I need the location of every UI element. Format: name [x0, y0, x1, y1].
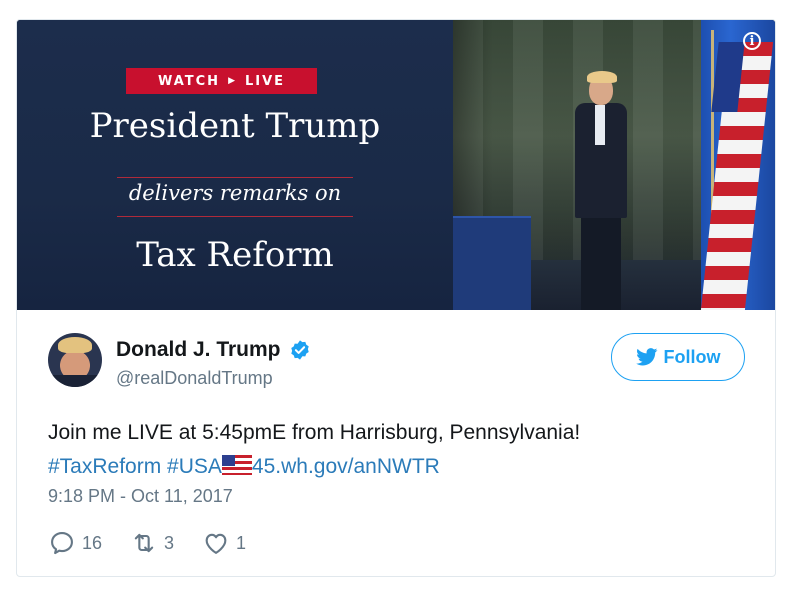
avatar-hair [58, 337, 92, 353]
twitter-bird-icon [635, 348, 657, 366]
tweet-text: Join me LIVE at 5:45pmE from Harrisburg,… [48, 416, 748, 484]
watch-live-badge: WATCH ▶ LIVE [126, 68, 317, 94]
tweet-media-image[interactable]: WATCH ▶ LIVE President Trump delivers re… [17, 20, 775, 310]
media-photo [453, 20, 775, 310]
reply-icon [51, 532, 73, 555]
follow-button[interactable]: Follow [611, 333, 745, 381]
media-subhead: delivers remarks on [128, 181, 342, 205]
avatar-suit [48, 375, 102, 387]
media-topic: Tax Reform [136, 235, 334, 275]
badge-live-text: LIVE [244, 73, 286, 89]
reply-button[interactable]: 16 [48, 529, 102, 557]
like-count: 1 [236, 532, 247, 553]
speaker-legs [581, 215, 621, 310]
follow-label: Follow [663, 346, 721, 367]
like-button[interactable]: 1 [202, 529, 246, 557]
speaker-hair [587, 71, 617, 83]
media-headline: President Trump [89, 106, 381, 146]
retweet-button[interactable]: 3 [130, 529, 174, 557]
tweet-actions: 16 3 1 [48, 528, 274, 558]
url-link[interactable]: 45.wh.gov/anNWTR [252, 455, 440, 478]
media-banner-panel: WATCH ▶ LIVE President Trump delivers re… [17, 20, 453, 310]
tweet-body: Join me LIVE at 5:45pmE from Harrisburg,… [48, 421, 581, 444]
divider-top [117, 177, 353, 178]
badge-watch-text: WATCH [157, 73, 221, 89]
author-display-name[interactable]: Donald J. Trump [116, 338, 281, 362]
divider-bottom [117, 216, 353, 217]
avatar[interactable] [48, 333, 102, 387]
badge-arrow-icon: ▶ [228, 76, 237, 86]
hashtag-usa-link[interactable]: #USA [167, 455, 222, 478]
tweet-card: WATCH ▶ LIVE President Trump delivers re… [16, 19, 776, 577]
hashtag-taxreform-link[interactable]: #TaxReform [48, 455, 161, 478]
stage-desk [453, 216, 531, 310]
reply-count: 16 [82, 532, 103, 553]
us-flag-emoji-icon [221, 455, 252, 475]
retweet-icon [134, 533, 154, 553]
author-handle[interactable]: @realDonaldTrump [116, 368, 273, 389]
heart-icon [205, 533, 227, 554]
speaker-figure [565, 71, 635, 310]
retweet-count: 3 [164, 532, 175, 553]
tweet-timestamp[interactable]: 9:18 PM - Oct 11, 2017 [48, 486, 233, 507]
verified-badge-icon [290, 340, 309, 360]
info-icon[interactable]: i [743, 32, 761, 50]
author-name-row[interactable]: Donald J. Trump [116, 338, 311, 362]
speaker-shirt [595, 105, 605, 145]
